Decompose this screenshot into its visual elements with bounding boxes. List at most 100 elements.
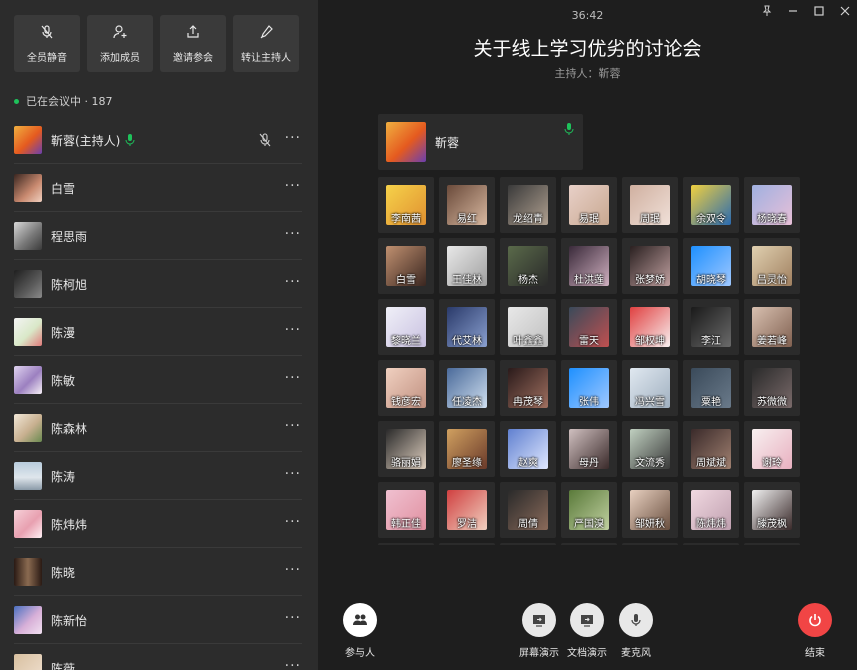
- participant-tile[interactable]: 易红: [439, 177, 495, 233]
- participant-tile[interactable]: 周珉: [622, 177, 678, 233]
- more-icon[interactable]: ···: [285, 226, 301, 242]
- participant-tile-name: 钱彦宏: [391, 397, 421, 408]
- participant-tile[interactable]: 张伟: [561, 360, 617, 416]
- participant-tile[interactable]: [500, 543, 556, 545]
- participant-tile[interactable]: 严国溴: [561, 482, 617, 538]
- more-icon[interactable]: ···: [285, 562, 301, 578]
- participant-tile[interactable]: [439, 543, 495, 545]
- list-item[interactable]: 陈漫 ···: [0, 308, 318, 356]
- more-icon[interactable]: ···: [285, 178, 301, 194]
- meeting-window: 全员静音 添加成员 邀请参会 转让主持人 已在会议中 · 187 靳蓉(主持人): [0, 0, 857, 670]
- more-icon[interactable]: ···: [285, 274, 301, 290]
- participant-tile[interactable]: 钱彦宏: [378, 360, 434, 416]
- more-icon[interactable]: ···: [285, 130, 301, 146]
- participant-tile-name: 杨晓春: [757, 214, 787, 225]
- participant-tile[interactable]: [561, 543, 617, 545]
- participant-tile[interactable]: 王佳林: [439, 238, 495, 294]
- screen-share-button[interactable]: 屏幕演示: [519, 603, 559, 659]
- participant-tile[interactable]: 叶鑫鑫: [500, 299, 556, 355]
- list-item[interactable]: 陈柯旭 ···: [0, 260, 318, 308]
- list-item[interactable]: 陈炜炜 ···: [0, 500, 318, 548]
- participant-tile[interactable]: 廖圣缘: [439, 421, 495, 477]
- participant-tile[interactable]: 龙绍青: [500, 177, 556, 233]
- participant-name: 陈漫: [51, 325, 76, 340]
- participant-tile[interactable]: 代艾林: [439, 299, 495, 355]
- list-item[interactable]: 陈敏 ···: [0, 356, 318, 404]
- participant-tile[interactable]: 邹妍秋: [622, 482, 678, 538]
- participant-tile[interactable]: [378, 543, 434, 545]
- more-icon[interactable]: ···: [285, 370, 301, 386]
- list-item[interactable]: 陈晓 ···: [0, 548, 318, 596]
- participant-tile-name: 吕灵怡: [757, 275, 787, 286]
- doc-share-button[interactable]: 文档演示: [567, 603, 607, 659]
- list-item[interactable]: 陈森林 ···: [0, 404, 318, 452]
- participant-tile[interactable]: 姜若峰: [744, 299, 800, 355]
- more-icon[interactable]: ···: [285, 514, 301, 530]
- participant-tile[interactable]: 谢玲: [744, 421, 800, 477]
- participant-tile[interactable]: 冯兴雪: [622, 360, 678, 416]
- participant-tile[interactable]: 邹权坤: [622, 299, 678, 355]
- participant-tile[interactable]: 苏微微: [744, 360, 800, 416]
- participant-tile[interactable]: 任凌杰: [439, 360, 495, 416]
- avatar: [14, 126, 42, 154]
- more-icon[interactable]: ···: [285, 466, 301, 482]
- host-line: 主持人：靳蓉: [554, 67, 621, 80]
- avatar: [14, 510, 42, 538]
- participant-tile[interactable]: 李南茜: [378, 177, 434, 233]
- participant-tile[interactable]: [622, 543, 678, 545]
- microphone-button[interactable]: 麦克风: [619, 603, 653, 659]
- list-item[interactable]: 陈新怡 ···: [0, 596, 318, 644]
- participant-tile-name: 赵爽: [518, 458, 538, 469]
- participant-tile[interactable]: 周倩: [500, 482, 556, 538]
- participant-tile[interactable]: 易珉: [561, 177, 617, 233]
- participant-tile[interactable]: 白雪: [378, 238, 434, 294]
- participant-tile-name: 苏微微: [757, 397, 787, 408]
- participant-tile[interactable]: 张梦娇: [622, 238, 678, 294]
- participant-tile-name: 任凌杰: [452, 397, 482, 408]
- more-icon[interactable]: ···: [285, 322, 301, 338]
- participant-tile[interactable]: 黎晓兰: [378, 299, 434, 355]
- participant-tile[interactable]: 余双令: [683, 177, 739, 233]
- participant-tile[interactable]: [683, 543, 739, 545]
- participant-tile[interactable]: [744, 543, 800, 545]
- list-item[interactable]: 程思雨 ···: [0, 212, 318, 260]
- participant-tile[interactable]: 母丹: [561, 421, 617, 477]
- transfer-host-button[interactable]: 转让主持人: [233, 15, 299, 72]
- list-item[interactable]: 白雪 ···: [0, 164, 318, 212]
- participant-tile[interactable]: 冉茂琴: [500, 360, 556, 416]
- participant-tile[interactable]: 陈炜炜: [683, 482, 739, 538]
- host-card[interactable]: 靳蓉: [378, 114, 583, 170]
- participant-tile[interactable]: 杨杰: [500, 238, 556, 294]
- more-icon[interactable]: ···: [285, 418, 301, 434]
- participant-tile[interactable]: 吕灵怡: [744, 238, 800, 294]
- participant-tile[interactable]: 李江: [683, 299, 739, 355]
- participant-tile[interactable]: 罗洁: [439, 482, 495, 538]
- mute-all-button[interactable]: 全员静音: [14, 15, 80, 72]
- mute-icon[interactable]: [258, 133, 272, 147]
- participant-tile[interactable]: 雷天: [561, 299, 617, 355]
- participant-tile[interactable]: 骆丽娟: [378, 421, 434, 477]
- more-icon[interactable]: ···: [285, 610, 301, 626]
- participant-tile[interactable]: 胡晓琴: [683, 238, 739, 294]
- invite-button[interactable]: 邀请参会: [160, 15, 226, 72]
- participant-tile[interactable]: 周斌斌: [683, 421, 739, 477]
- participant-tile[interactable]: 文流秀: [622, 421, 678, 477]
- participant-tile[interactable]: 滕茂枫: [744, 482, 800, 538]
- end-meeting-button[interactable]: 结束: [798, 603, 832, 659]
- power-icon: [809, 614, 821, 627]
- add-member-button[interactable]: 添加成员: [87, 15, 153, 72]
- more-icon[interactable]: ···: [285, 658, 301, 670]
- list-item[interactable]: 陈薇 ···: [0, 644, 318, 670]
- list-item[interactable]: 靳蓉(主持人) ···: [0, 116, 318, 164]
- participant-tile[interactable]: 杨晓春: [744, 177, 800, 233]
- participant-tile[interactable]: 韩正佳: [378, 482, 434, 538]
- participants-button[interactable]: 参与人: [343, 603, 377, 659]
- participant-tile-name: 文流秀: [635, 458, 665, 469]
- avatar: [386, 122, 426, 162]
- participant-tile[interactable]: 杜洪莲: [561, 238, 617, 294]
- participant-tile[interactable]: 赵爽: [500, 421, 556, 477]
- list-item[interactable]: 陈涛 ···: [0, 452, 318, 500]
- participant-tile[interactable]: 粟艳: [683, 360, 739, 416]
- sidebar-toolbar: 全员静音 添加成员 邀请参会 转让主持人: [14, 15, 299, 72]
- end-circle: [798, 603, 832, 637]
